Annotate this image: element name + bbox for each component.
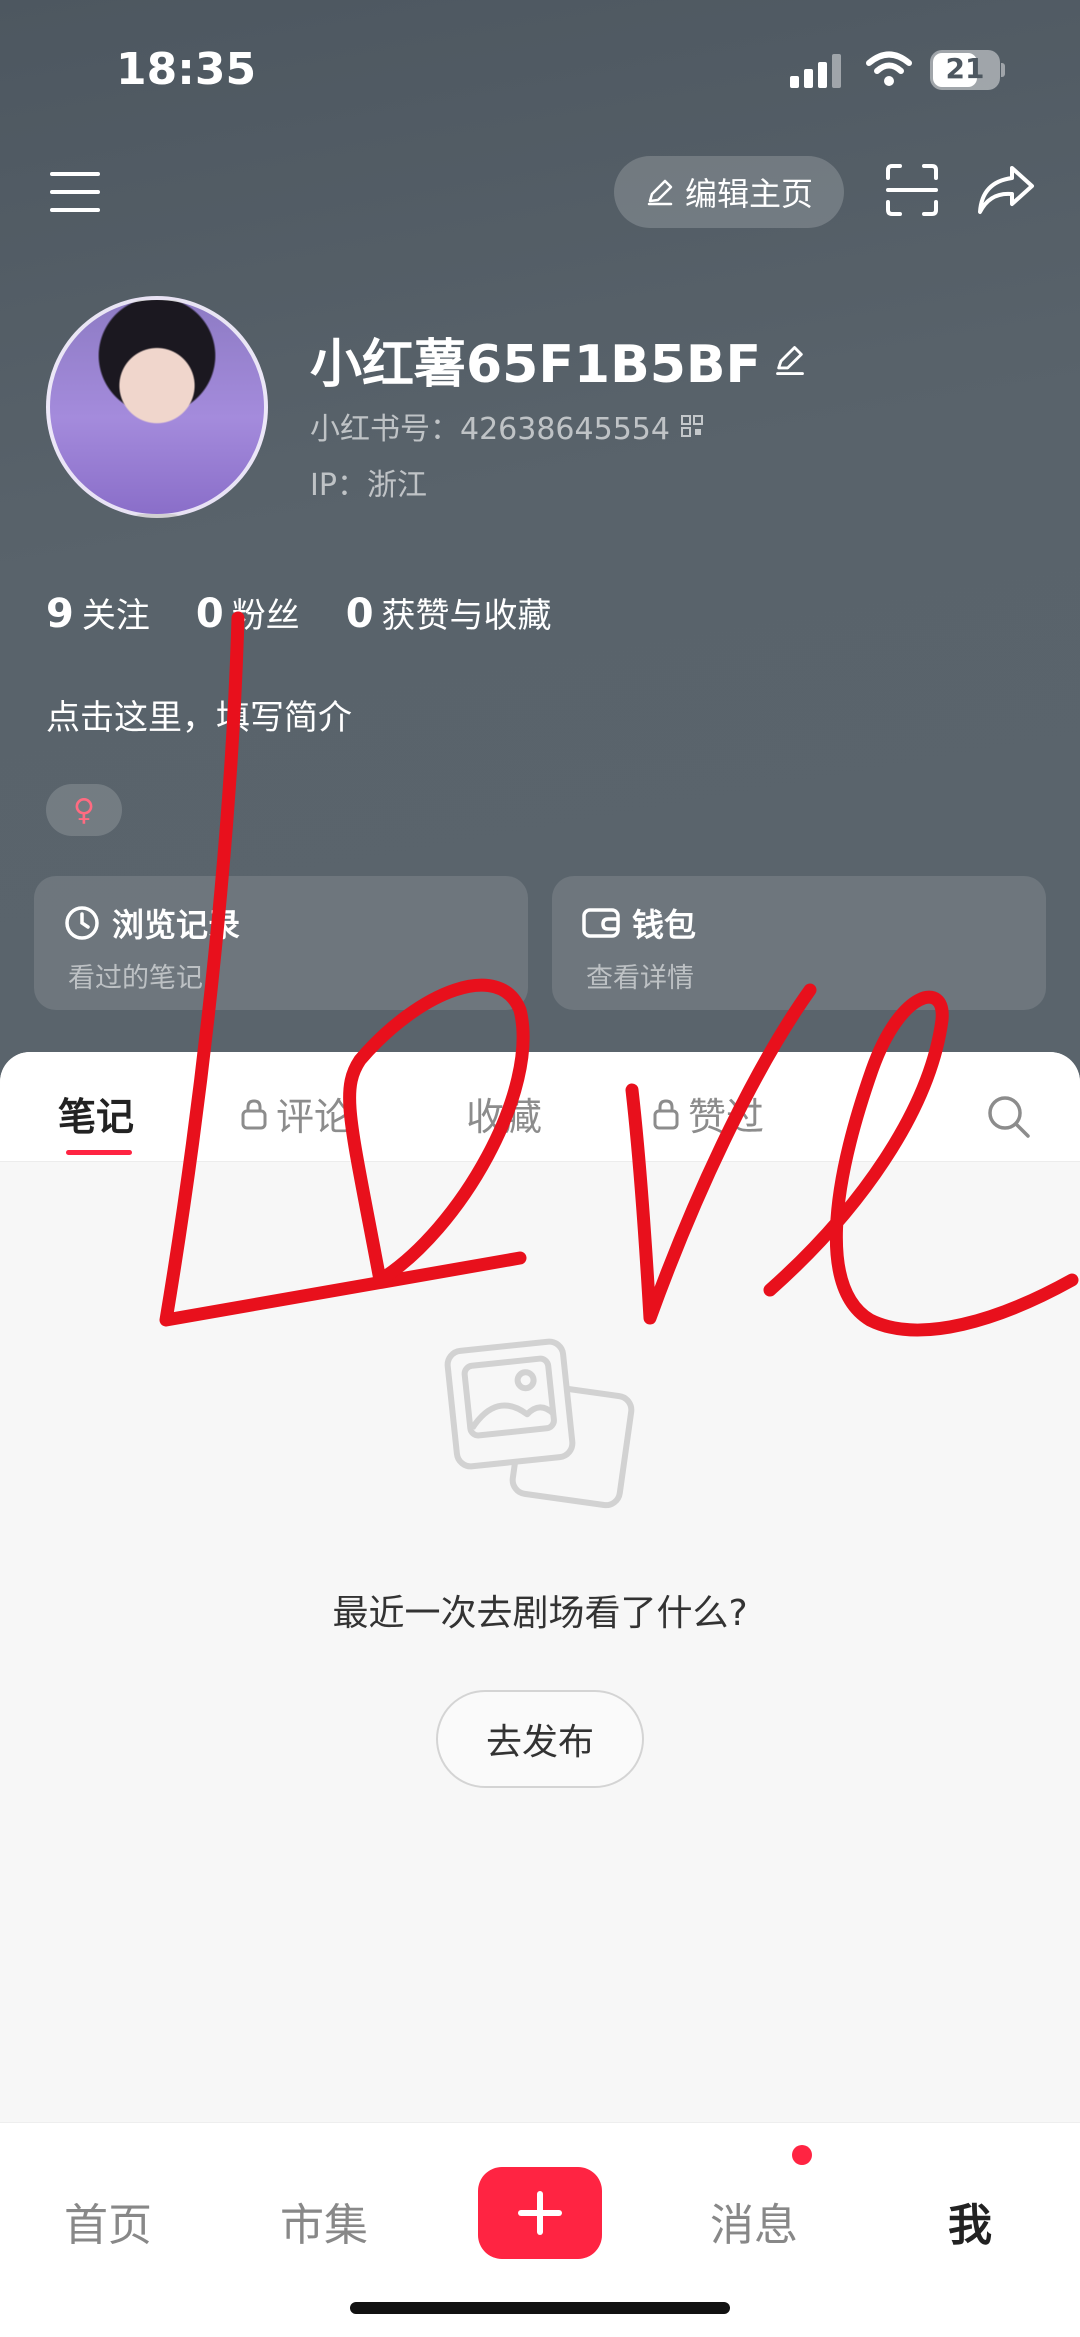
publish-plus-button[interactable] — [478, 2167, 602, 2259]
menu-icon[interactable] — [50, 172, 102, 216]
stat-followers[interactable]: 0 粉丝 — [196, 588, 300, 637]
tab-liked[interactable]: 赞过 — [652, 1086, 764, 1141]
female-icon: ♀ — [73, 792, 95, 828]
edit-nickname-icon — [776, 345, 804, 375]
tab-label: 评论 — [276, 1095, 353, 1139]
status-time: 18:35 — [116, 44, 257, 95]
message-badge-dot — [792, 2145, 812, 2165]
tab-comments[interactable]: 评论 — [240, 1086, 352, 1141]
nav-home[interactable]: 首页 — [64, 2189, 152, 2253]
plus-icon-v — [537, 2191, 543, 2235]
battery-icon: 21 — [930, 50, 1005, 90]
signal-icon — [790, 54, 841, 88]
ip-location: IP：浙江 — [310, 468, 427, 503]
edit-profile-button[interactable]: 编辑主页 — [614, 156, 844, 228]
nav-me[interactable]: 我 — [948, 2189, 992, 2253]
scan-icon[interactable] — [884, 162, 940, 218]
stat-label: 关注 — [81, 596, 150, 636]
nav-market[interactable]: 市集 — [280, 2189, 368, 2253]
nav-messages[interactable]: 消息 — [710, 2189, 798, 2253]
card-title: 钱包 — [632, 906, 697, 944]
lock-icon — [653, 1098, 679, 1129]
active-tab-indicator — [66, 1150, 132, 1155]
stat-value: 0 — [345, 591, 374, 637]
card-subtitle: 看过的笔记 — [68, 963, 203, 994]
share-icon[interactable] — [976, 162, 1036, 218]
edit-pencil-icon — [647, 179, 673, 206]
browse-history-card[interactable]: 浏览记录 看过的笔记 — [34, 876, 528, 1010]
qr-code-icon — [680, 415, 703, 437]
wallet-icon — [582, 908, 620, 938]
stat-value: 0 — [195, 591, 224, 637]
wallet-card[interactable]: 钱包 查看详情 — [552, 876, 1046, 1010]
card-title: 浏览记录 — [112, 906, 241, 944]
card-subtitle: 查看详情 — [586, 963, 694, 994]
empty-state-message: 最近一次去剧场看了什么? — [332, 1593, 748, 1634]
stat-value: 9 — [46, 591, 74, 637]
gender-tag[interactable]: ♀ — [46, 784, 122, 836]
red-id[interactable]: 小红书号：42638645554 — [310, 404, 704, 448]
avatar[interactable] — [46, 296, 268, 518]
stat-label: 粉丝 — [231, 596, 300, 636]
stat-likes-collects[interactable]: 0 获赞与收藏 — [346, 588, 552, 637]
tab-label: 笔记 — [58, 1095, 135, 1139]
bio-placeholder[interactable]: 点击这里，填写简介 — [46, 690, 352, 739]
profile-stats: 9 关注 0 粉丝 0 获赞与收藏 — [46, 588, 552, 637]
tab-notes[interactable]: 笔记 — [58, 1086, 134, 1141]
edit-profile-label: 编辑主页 — [684, 175, 813, 213]
tab-label: 收藏 — [466, 1095, 543, 1139]
clock-icon — [65, 906, 99, 940]
profile-tabs: 笔记 评论 收藏 赞过 — [0, 1052, 1080, 1162]
home-indicator — [350, 2302, 730, 2314]
red-id-text: 小红书号：42638645554 — [310, 412, 670, 447]
battery-level: 21 — [945, 52, 985, 85]
search-icon[interactable] — [984, 1092, 1032, 1140]
nickname-text: 小红薯65F1B5BF — [310, 335, 762, 395]
stat-label: 获赞与收藏 — [381, 596, 552, 636]
nickname[interactable]: 小红薯65F1B5BF — [310, 322, 807, 397]
lock-icon — [241, 1098, 267, 1129]
wifi-icon — [866, 51, 912, 86]
empty-photos-icon — [444, 1338, 635, 1509]
publish-button[interactable]: 去发布 — [436, 1690, 644, 1788]
stat-following[interactable]: 9 关注 — [46, 588, 150, 637]
tab-label: 赞过 — [688, 1095, 765, 1139]
tab-collections[interactable]: 收藏 — [466, 1086, 542, 1141]
